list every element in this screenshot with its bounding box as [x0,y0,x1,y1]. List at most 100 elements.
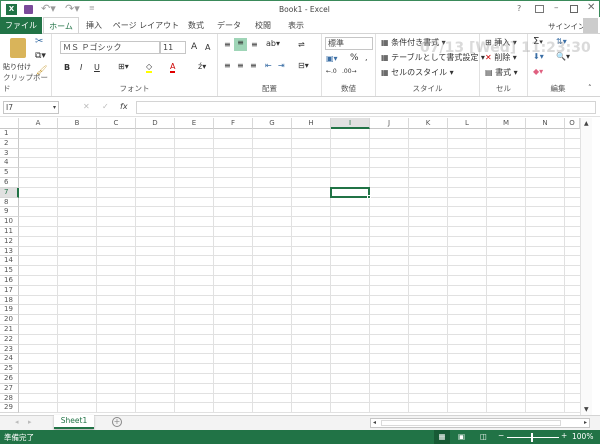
row-header[interactable]: 29 [0,403,19,414]
row-header[interactable]: 23 [0,344,19,355]
percent-button[interactable]: % [350,53,359,63]
column-header[interactable]: O [565,118,580,129]
zoom-in-icon[interactable]: + [561,431,567,440]
row-header[interactable]: 16 [0,276,19,286]
italic-button[interactable]: I [80,63,82,72]
zoom-slider[interactable] [507,433,559,442]
increase-decimal-icon[interactable]: ←.0 [326,68,337,75]
scroll-left-icon[interactable]: ◂ [373,419,376,426]
row-header[interactable]: 21 [0,325,19,335]
minimize-button[interactable]: – [554,3,559,13]
column-header[interactable]: H [292,118,331,129]
underline-button[interactable]: U [94,63,100,72]
column-header[interactable]: G [253,118,292,129]
border-icon[interactable]: ⊞▾ [118,62,129,71]
clear-icon[interactable]: ◆▾ [533,67,543,76]
phonetic-icon[interactable]: ź▾ [198,62,206,71]
row-header[interactable]: 3 [0,148,19,159]
redo-icon[interactable]: ↷▾ [65,2,80,15]
column-header[interactable]: B [58,118,97,129]
tab-home[interactable]: ホーム [43,17,79,35]
grow-font-button[interactable]: A [191,42,197,52]
collapse-ribbon-icon[interactable]: ˄ [588,84,592,92]
tab-page-layout[interactable]: ページ レイアウト [112,17,180,34]
align-middle-icon[interactable]: ≡ [234,38,247,51]
row-header[interactable]: 25 [0,364,19,374]
formula-input[interactable] [136,101,596,114]
page-break-view-icon[interactable]: ◫ [480,430,487,444]
orientation-icon[interactable]: ab▾ [266,39,280,48]
ribbon-display-options-icon[interactable] [535,5,544,13]
selected-cell[interactable] [330,186,371,199]
row-header[interactable]: 1 [0,129,19,139]
row-header[interactable]: 8 [0,197,19,208]
row-header[interactable]: 6 [0,178,19,188]
row-header[interactable]: 2 [0,138,19,149]
confirm-entry-icon[interactable]: ✓ [102,102,109,111]
scroll-down-icon[interactable]: ▼ [584,406,589,413]
select-all-corner[interactable] [0,118,19,129]
tab-review[interactable]: 校閲 [248,17,278,34]
column-header[interactable]: K [409,118,448,129]
font-color-button[interactable]: A [170,62,176,73]
row-header[interactable]: 4 [0,158,19,169]
sheet-nav-next-icon[interactable]: ▸ [28,418,32,426]
row-header[interactable]: 17 [0,285,19,296]
tab-insert[interactable]: 挿入 [80,17,108,34]
help-button[interactable]: ? [517,4,521,13]
worksheet-grid[interactable]: A B C D E F G H I J K L M N O 1 2 3 4 5 6 7 8 9 10 11 12 13 14 15 16 17… [0,118,580,415]
paste-icon[interactable] [10,38,26,58]
column-header[interactable]: J [370,118,409,129]
save-icon[interactable] [24,5,33,14]
fill-handle[interactable] [367,194,371,199]
column-header[interactable]: C [97,118,136,129]
sheet-nav-prev-icon[interactable]: ◂ [15,418,19,426]
horizontal-scrollbar[interactable]: ◂ ▸ [370,418,590,428]
maximize-button[interactable] [570,5,578,13]
row-header[interactable]: 18 [0,295,19,306]
comma-button[interactable]: , [365,53,368,62]
row-header[interactable]: 13 [0,246,19,257]
customize-qat-icon[interactable]: ≡ [89,4,95,12]
row-header[interactable]: 11 [0,227,19,237]
tab-formulas[interactable]: 数式 [182,17,210,34]
row-header[interactable]: 24 [0,354,19,365]
row-header[interactable]: 28 [0,393,19,404]
tab-view[interactable]: 表示 [282,17,310,34]
format-cells-button[interactable]: ▤ 書式 ▾ [485,67,518,78]
row-header[interactable]: 5 [0,168,19,178]
scroll-thumb[interactable] [381,420,561,426]
align-center-icon[interactable]: ≡ [237,61,244,70]
cell-styles-button[interactable]: ▦ セルのスタイル ▾ [381,67,454,78]
row-header[interactable]: 22 [0,334,19,345]
column-header[interactable]: E [175,118,214,129]
sheet-tab-sheet1[interactable]: Sheet1 [54,415,94,429]
row-header[interactable]: 26 [0,374,19,384]
column-header[interactable]: D [136,118,175,129]
row-header[interactable]: 10 [0,217,19,227]
merge-center-icon[interactable]: ⊟▾ [298,61,309,70]
tab-data[interactable]: データ [214,17,244,34]
decrease-decimal-icon[interactable]: .00→ [342,68,357,75]
column-header[interactable]: L [448,118,487,129]
row-header[interactable]: 12 [0,236,19,247]
vertical-scrollbar[interactable]: ▲ ▼ [580,118,592,415]
column-header[interactable]: I [331,118,370,129]
row-header[interactable]: 20 [0,315,19,325]
name-box[interactable]: I7 ▾ [3,101,59,114]
page-layout-view-icon[interactable]: ▣ [458,430,465,444]
scroll-up-icon[interactable]: ▲ [584,120,589,127]
fill-color-icon[interactable]: ◇ [146,62,153,73]
avatar[interactable] [583,18,598,33]
row-header[interactable]: 19 [0,305,19,316]
copy-icon[interactable]: ⧉▾ [35,51,46,61]
row-header[interactable]: 14 [0,256,19,267]
new-sheet-icon[interactable]: + [112,417,122,427]
decrease-indent-icon[interactable]: ⇤ [265,61,272,70]
column-header[interactable]: F [214,118,253,129]
bold-button[interactable]: B [64,63,70,72]
paste-button[interactable]: 貼り付け [3,62,31,72]
insert-function-button[interactable]: fx [120,102,128,111]
row-header[interactable]: 9 [0,207,19,218]
cut-icon[interactable]: ✂ [35,36,43,47]
